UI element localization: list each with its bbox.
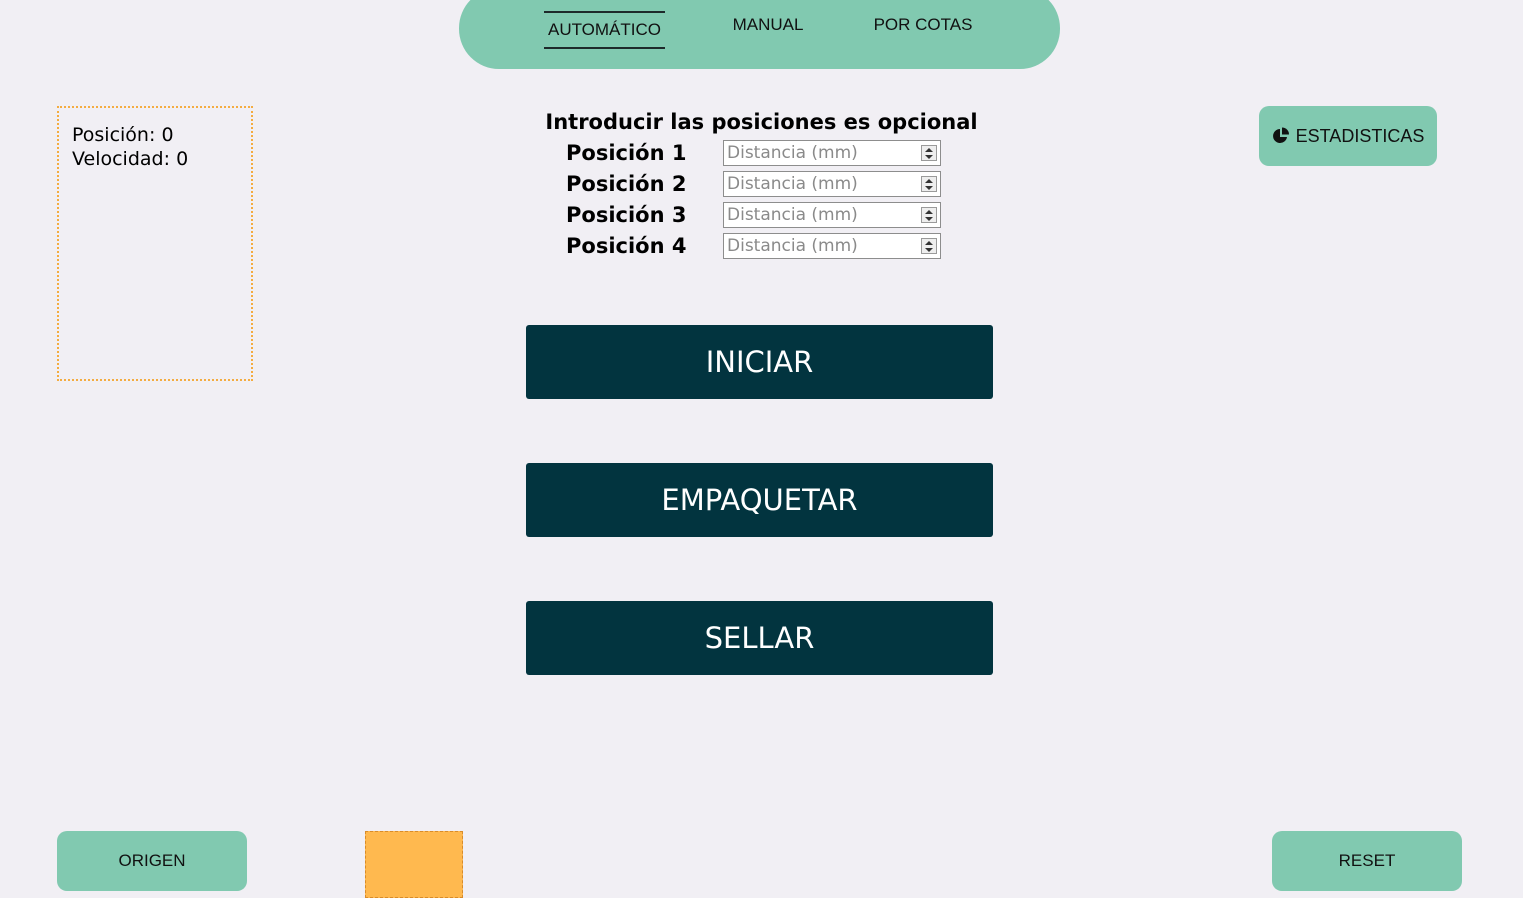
position-1-spinner[interactable] (921, 145, 937, 161)
velocity-label: Velocidad: (72, 148, 171, 170)
reset-button[interactable]: RESET (1272, 831, 1462, 891)
tab-automatico[interactable]: AUTOMÁTICO (544, 11, 665, 49)
position-4-field (723, 233, 941, 259)
tab-por-cotas[interactable]: POR COTAS (873, 6, 973, 44)
pack-button[interactable]: EMPAQUETAR (526, 463, 993, 537)
position-3-input[interactable] (724, 203, 917, 227)
position-4-label: Posición 4 (566, 234, 687, 258)
position-3-label: Posición 3 (566, 203, 687, 227)
position-1-input[interactable] (724, 141, 917, 165)
position-3-spinner[interactable] (921, 207, 937, 223)
positions-hint: Introducir las posiciones es opcional (545, 110, 978, 134)
mode-tabs-bar: AUTOMÁTICO MANUAL POR COTAS (459, 0, 1060, 69)
velocity-readout: Velocidad: 0 (72, 147, 251, 171)
position-1-field (723, 140, 941, 166)
position-2-label: Posición 2 (566, 172, 687, 196)
status-indicator (365, 831, 463, 898)
position-2-field (723, 171, 941, 197)
origin-button[interactable]: ORIGEN (57, 831, 247, 891)
position-2-input[interactable] (724, 172, 917, 196)
position-4-spinner[interactable] (921, 238, 937, 254)
seal-button[interactable]: SELLAR (526, 601, 993, 675)
start-button[interactable]: INICIAR (526, 325, 993, 399)
position-4-input[interactable] (724, 234, 917, 258)
position-3-field (723, 202, 941, 228)
status-panel: Posición: 0 Velocidad: 0 (57, 106, 253, 381)
velocity-value: 0 (176, 148, 189, 170)
position-2-spinner[interactable] (921, 176, 937, 192)
position-1-label: Posición 1 (566, 141, 687, 165)
tab-manual[interactable]: MANUAL (727, 6, 809, 44)
